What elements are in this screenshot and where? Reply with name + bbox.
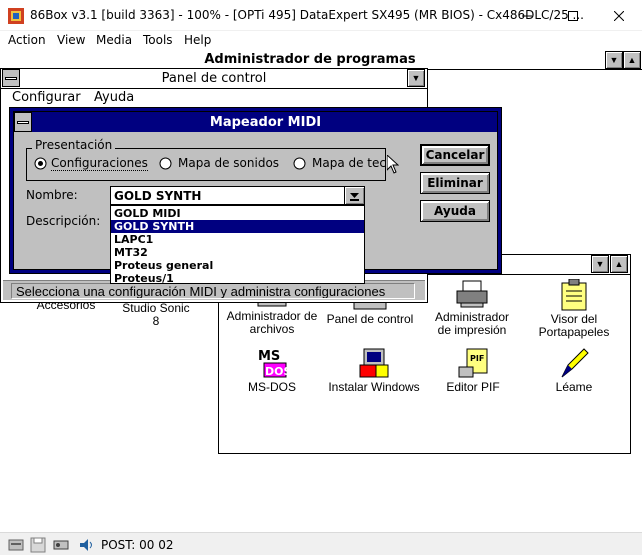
up-arrow-icon: ▲ [614,259,624,269]
windows-setup-item[interactable]: Instalar Windows [326,347,422,394]
radio-unchecked-icon [159,157,172,169]
radio-configuraciones-label: Configuraciones [51,155,148,171]
floppy-icon[interactable] [30,537,46,553]
delete-button-label: Eliminar [427,176,483,190]
control-panel-title-bar: Panel de control ▼ [1,69,427,89]
post-code: POST: 00 02 [101,538,174,552]
readme-icon [561,348,589,378]
radio-mapa-teclas[interactable]: Mapa de tecl [293,155,389,171]
group-maximize-button[interactable]: ▲ [610,255,628,273]
delete-button[interactable]: Eliminar [420,172,490,194]
emulated-screen: Administrador de programas ▼ ▲ ▼ ▲ Acces… [0,51,642,532]
pm-maximize-button[interactable]: ▲ [623,51,641,69]
description-label: Descripción: [26,214,101,228]
cancel-button-label: Cancelar [425,148,485,162]
network-icon[interactable] [53,537,69,553]
control-panel-title: Panel de control [161,71,267,86]
name-dropdown-list: GOLD MIDI GOLD SYNTH LAPC1 MT32 Proteus … [110,205,365,285]
option-lapc1[interactable]: LAPC1 [111,233,364,246]
help-button[interactable]: Ayuda [420,200,490,222]
readme-item[interactable]: Léame [544,347,604,394]
control-panel-status-text: Selecciona una configuración MIDI y admi… [11,283,415,299]
midi-mapper-system-menu[interactable] [14,112,32,132]
close-icon [614,10,624,21]
midi-mapper-frame: Mapeador MIDI Presentación Configuracion… [13,111,498,285]
radio-unchecked-icon [293,157,306,169]
down-arrow-icon: ▼ [411,73,421,83]
option-proteus-1[interactable]: Proteus/1 [111,272,364,285]
system-menu-icon [17,120,29,124]
maximize-button[interactable] [550,0,596,31]
host-status-bar: POST: 00 02 [0,532,642,555]
radio-mapa-teclas-label: Mapa de tecl [312,156,390,170]
ms-dos-item[interactable]: MS DOS MS-DOS [236,347,308,394]
minimize-icon [522,15,532,16]
control-panel-system-menu[interactable] [2,69,20,87]
option-gold-midi[interactable]: GOLD MIDI [111,207,364,220]
host-title-bar: 86Box v3.1 [build 3363] - 100% - [OPTi 4… [0,0,642,31]
name-combobox-value: GOLD SYNTH [114,189,202,203]
sound-icon[interactable] [78,537,94,553]
close-button[interactable] [596,0,642,31]
name-combobox[interactable]: GOLD SYNTH [110,186,365,205]
clipboard-icon [561,279,587,311]
up-arrow-icon: ▲ [627,55,637,65]
option-gold-synth-selected[interactable]: GOLD SYNTH [111,220,364,233]
system-menu-icon [5,76,17,80]
midi-mapper-title: Mapeador MIDI [209,115,322,130]
option-mt32[interactable]: MT32 [111,246,364,259]
maximize-icon [568,10,578,21]
studio-group-label[interactable]: Studio Sonic 8 [118,302,194,328]
print-manager-icon [456,280,488,308]
menu-tools[interactable]: Tools [143,33,173,47]
menu-ayuda[interactable]: Ayuda [94,90,134,105]
down-arrow-icon: ▼ [609,55,619,65]
menu-view[interactable]: View [57,33,85,47]
control-panel-minimize-button[interactable]: ▼ [407,69,425,87]
presentation-group-label: Presentación [32,138,116,152]
radio-mapa-sonidos-label: Mapa de sonidos [178,156,280,170]
down-arrow-icon: ▼ [595,259,605,269]
svg-text:MS: MS [258,349,280,364]
help-button-label: Ayuda [434,204,476,218]
ms-dos-icon: MS DOS [258,349,288,378]
option-proteus-general[interactable]: Proteus general [111,259,364,272]
svg-text:DOS: DOS [265,365,288,378]
windows-setup-icon [359,348,389,378]
group-minimize-button[interactable]: ▼ [591,255,609,273]
dropdown-arrow-icon [350,192,359,201]
cancel-button[interactable]: Cancelar [420,144,490,166]
program-manager-title: Administrador de programas [204,52,416,67]
86box-app-icon [8,8,24,24]
host-window-title: 86Box v3.1 [build 3363] - 100% - [OPTi 4… [30,8,584,22]
pif-editor-item[interactable]: PIF Editor PIF [438,347,508,394]
radio-mapa-sonidos[interactable]: Mapa de sonidos [159,155,279,171]
radio-configuraciones[interactable]: Configuraciones [34,155,148,171]
minimize-button[interactable] [504,0,550,31]
menu-action[interactable]: Action [8,33,46,47]
control-panel-menu-bar: Configurar Ayuda [1,89,427,107]
menu-media[interactable]: Media [96,33,132,47]
midi-mapper-title-bar: Mapeador MIDI [14,112,497,132]
menu-configurar[interactable]: Configurar [12,90,81,105]
midi-mapper-dialog: Mapeador MIDI Presentación Configuracion… [9,107,502,285]
print-manager-item[interactable]: Administrador de impresión [428,279,516,337]
clipboard-viewer-item[interactable]: Visor del Portapapeles [532,279,616,339]
host-menu-bar: Action View Media Tools Help [0,31,642,51]
pif-editor-icon: PIF [458,348,488,378]
pm-minimize-button[interactable]: ▼ [605,51,623,69]
radio-checked-icon [34,157,47,169]
menu-help[interactable]: Help [184,33,211,47]
svg-text:PIF: PIF [470,354,484,363]
cdrom-icon[interactable] [8,537,24,553]
mouse-cursor-icon [387,155,399,174]
name-dropdown-button[interactable] [344,187,364,204]
name-label: Nombre: [26,188,78,202]
